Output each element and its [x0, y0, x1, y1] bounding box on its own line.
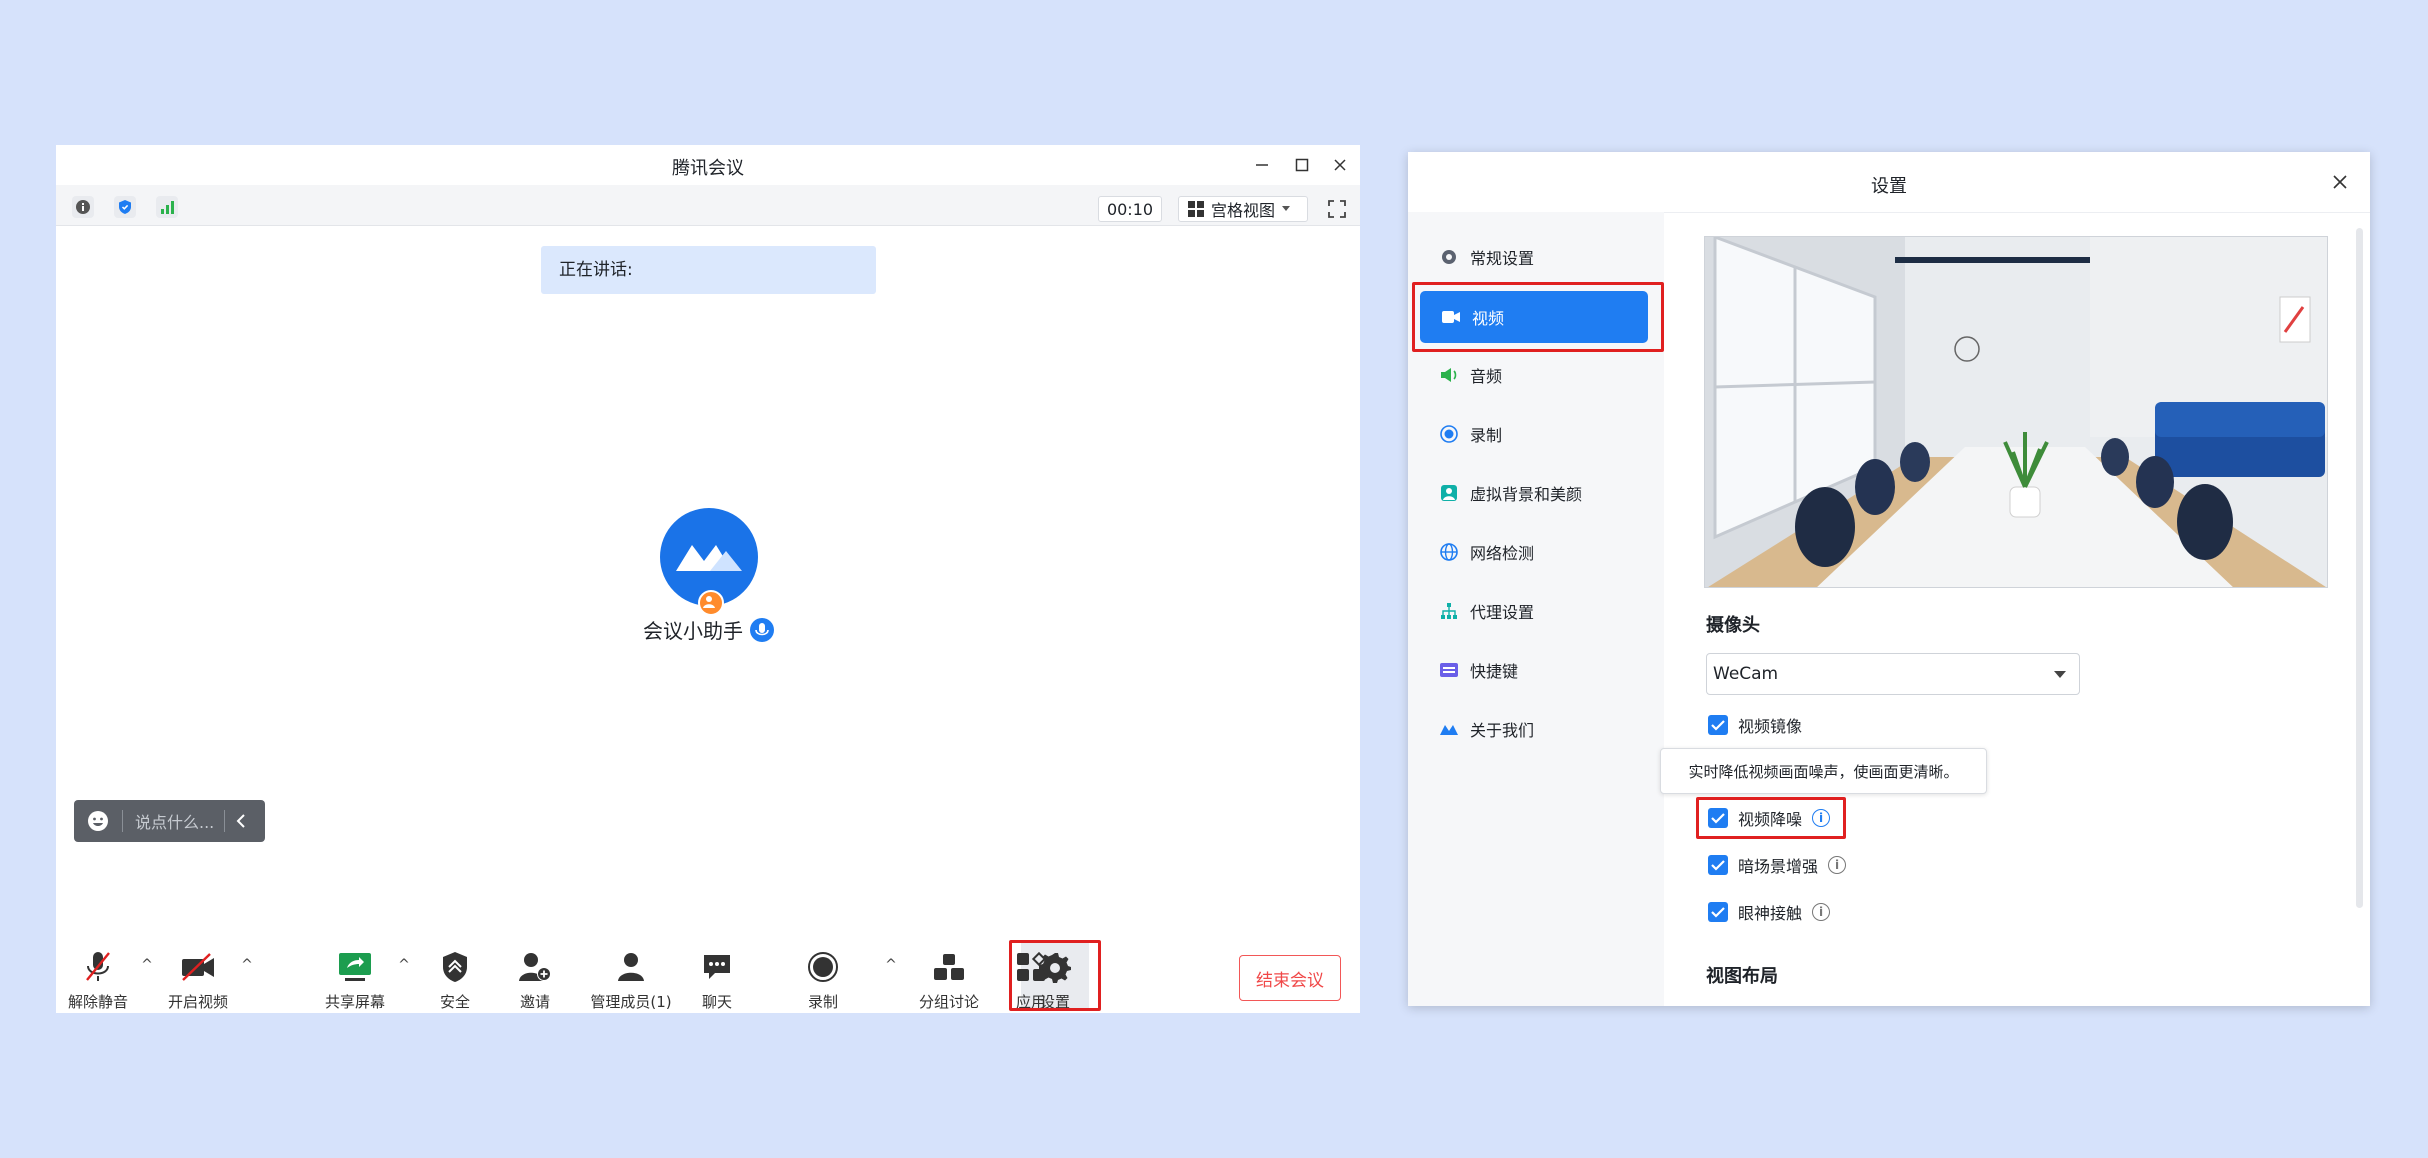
share-options-caret-icon[interactable]: ^	[395, 957, 413, 975]
camera-preview-image	[1704, 236, 2328, 588]
nav-audio[interactable]: 音频	[1418, 345, 1651, 405]
lowlight-option[interactable]: 暗场景增强 i	[1708, 851, 1847, 879]
checkbox-checked-icon[interactable]	[1708, 855, 1728, 875]
office-room-illustration	[1705, 237, 2327, 587]
signal-icon[interactable]	[156, 196, 178, 218]
meeting-window: 腾讯会议 00:10 宫格视图 正在讲话: 会议小助手 说点什么... 解除静音…	[56, 145, 1360, 1013]
participant-name: 会议小助手	[616, 615, 802, 644]
nav-general[interactable]: 常规设置	[1418, 227, 1651, 287]
denoise-highlight-box	[1696, 797, 1846, 839]
end-meeting-button[interactable]: 结束会议	[1239, 955, 1341, 1001]
speaker-icon	[1438, 364, 1460, 386]
view-mode-button[interactable]: 宫格视图	[1178, 196, 1308, 222]
tencent-meeting-logo-icon	[676, 545, 742, 571]
video-options-caret-icon[interactable]: ^	[238, 957, 256, 975]
nav-about[interactable]: 关于我们	[1418, 699, 1651, 759]
nav-video-highlight-box	[1412, 282, 1664, 352]
security-shield-icon	[435, 947, 475, 987]
audio-options-caret-icon[interactable]: ^	[138, 957, 156, 975]
meeting-toolbar: 解除静音 ^ 开启视频 ^ 共享屏幕 ^ 安全 邀请 管理成员(1) 聊天 录制…	[56, 935, 1360, 1013]
nav-proxy[interactable]: 代理设置	[1418, 581, 1651, 641]
add-user-icon	[515, 947, 555, 987]
record-options-caret-icon[interactable]: ^	[882, 957, 900, 975]
record-button[interactable]: 录制	[796, 935, 850, 1013]
settings-window: 设置 常规设置 视频 音频 录制 虚拟背景和美颜 网络检测 代理设置 快捷键 关…	[1408, 152, 2370, 1006]
breakout-icon	[929, 947, 969, 987]
keyboard-icon	[1438, 659, 1460, 681]
chat-placeholder: 说点什么...	[135, 813, 215, 832]
unmute-button[interactable]: 解除静音	[66, 935, 130, 1013]
close-icon[interactable]	[2330, 172, 2350, 192]
layout-section-title: 视图布局	[1706, 966, 1778, 987]
mirror-option[interactable]: 视频镜像	[1708, 711, 1802, 739]
portrait-icon	[1438, 482, 1460, 504]
host-badge-icon	[698, 590, 724, 616]
emoji-icon[interactable]	[86, 809, 110, 833]
security-button[interactable]: 安全	[428, 935, 482, 1013]
maximize-icon[interactable]	[1288, 151, 1316, 179]
participant-name-label: 会议小助手	[643, 619, 743, 643]
logo-icon	[1438, 718, 1460, 740]
settings-scrollbar[interactable]	[2356, 228, 2363, 908]
nav-virtual-background[interactable]: 虚拟背景和美颜	[1418, 463, 1651, 523]
meeting-timer: 00:10	[1098, 196, 1162, 222]
fullscreen-icon[interactable]	[1324, 196, 1350, 222]
shield-icon[interactable]	[114, 196, 136, 218]
nav-network-test[interactable]: 网络检测	[1418, 522, 1651, 582]
grid-icon	[1188, 201, 1204, 217]
invite-button[interactable]: 邀请	[508, 935, 562, 1013]
chat-bubble-icon	[697, 947, 737, 987]
record-icon	[1438, 423, 1460, 445]
meeting-titlebar: 腾讯会议	[56, 145, 1360, 185]
manage-members-button[interactable]: 管理成员(1)	[582, 935, 680, 1013]
close-icon[interactable]	[1326, 151, 1354, 179]
meeting-title: 腾讯会议	[672, 158, 744, 179]
camera-select-value: WeCam	[1713, 664, 1779, 684]
share-screen-icon	[335, 947, 375, 987]
mic-muted-icon	[78, 947, 118, 987]
nav-recording[interactable]: 录制	[1418, 404, 1651, 464]
share-screen-button[interactable]: 共享屏幕	[318, 935, 392, 1013]
nav-shortcuts[interactable]: 快捷键	[1418, 640, 1651, 700]
checkbox-checked-icon[interactable]	[1708, 715, 1728, 735]
members-icon	[611, 947, 651, 987]
breakout-rooms-button[interactable]: 分组讨论	[912, 935, 986, 1013]
camera-off-icon	[178, 947, 218, 987]
chevron-down-icon	[1282, 206, 1291, 211]
info-icon[interactable]	[72, 196, 94, 218]
view-mode-label: 宫格视图	[1211, 201, 1276, 220]
eye-contact-option[interactable]: 眼神接触 i	[1708, 898, 1831, 926]
settings-title: 设置	[1871, 176, 1907, 197]
chevron-left-icon[interactable]	[233, 812, 251, 830]
speaking-indicator: 正在讲话:	[541, 246, 876, 294]
info-icon[interactable]: i	[1828, 856, 1847, 874]
network-icon	[1438, 600, 1460, 622]
record-icon	[803, 947, 843, 987]
settings-header: 设置	[1408, 152, 2370, 213]
camera-select[interactable]: WeCam	[1706, 653, 2080, 695]
info-icon[interactable]: i	[1812, 903, 1831, 921]
chat-button[interactable]: 聊天	[690, 935, 744, 1013]
gear-icon	[1438, 246, 1460, 268]
chat-input-bar[interactable]: 说点什么...	[74, 800, 265, 842]
settings-highlight-box	[1009, 940, 1101, 1011]
checkbox-checked-icon[interactable]	[1708, 902, 1728, 922]
globe-icon	[1438, 541, 1460, 563]
denoise-tooltip: 实时降低视频画面噪声，使画面更清晰。	[1660, 748, 1987, 794]
minimize-icon[interactable]	[1248, 151, 1276, 179]
start-video-button[interactable]: 开启视频	[166, 935, 230, 1013]
mic-speaking-icon	[750, 617, 774, 642]
camera-section-title: 摄像头	[1706, 615, 1760, 636]
chevron-down-icon	[2054, 671, 2066, 678]
meeting-info-bar	[56, 185, 1360, 226]
